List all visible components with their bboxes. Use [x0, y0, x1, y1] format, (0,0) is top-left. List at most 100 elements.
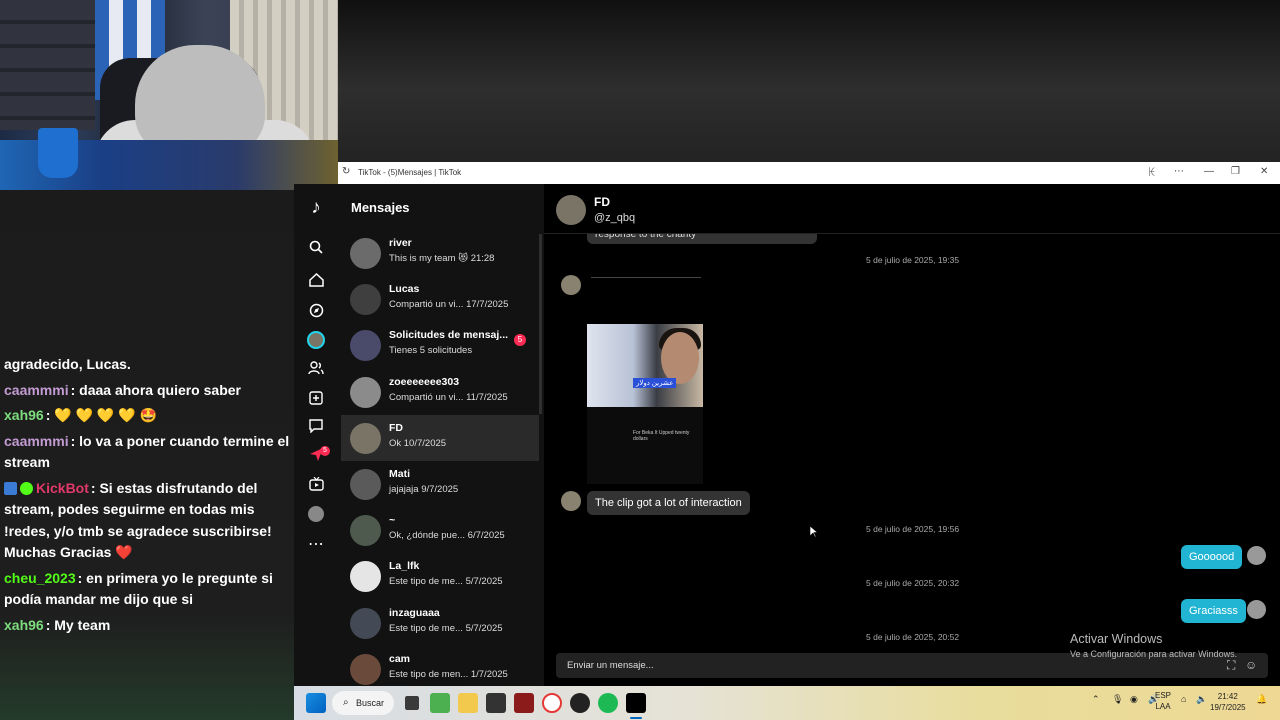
conversation-name: FD	[389, 421, 403, 434]
conversation-preview: Ok 10/7/2025	[389, 437, 447, 449]
list-scrollbar[interactable]	[539, 234, 542, 414]
conversation-item[interactable]: cam Este tipo de men... 1/7/2025	[341, 646, 539, 692]
conversation-name: Mati	[389, 468, 410, 480]
obs-icon[interactable]	[570, 693, 590, 713]
my-avatar	[1247, 546, 1266, 565]
timestamp: 5 de julio de 2025, 20:52	[866, 632, 960, 642]
opera-icon[interactable]	[542, 693, 562, 713]
timestamp: 5 de julio de 2025, 19:56	[866, 524, 960, 534]
conversation-preview: jajajaja 9/7/2025	[389, 484, 459, 495]
live-avatar-icon[interactable]	[306, 330, 326, 350]
chat-pane: response to the charity FD @z_qbq 5 de j…	[544, 184, 1280, 686]
conversation-item[interactable]: FD Ok 10/7/2025	[341, 414, 539, 461]
tray-chevron-icon[interactable]: ⌃	[1092, 694, 1100, 705]
home-icon[interactable]	[306, 270, 326, 290]
stream-chat-message: KickBot: Si estas disfrutando del stream…	[4, 478, 290, 564]
network-icon[interactable]: ⌂	[1181, 694, 1186, 704]
stream-chat-message: cheu_2023: en primera yo le pregunte si …	[4, 568, 290, 611]
desktop-background	[338, 0, 1280, 162]
conversation-preview: This is my team 😻 21:28	[389, 253, 495, 264]
conversation-avatar	[350, 376, 381, 408]
conversation-name: Lucas	[389, 283, 420, 296]
conversation-avatar	[350, 653, 381, 685]
emoji-icon[interactable]: ☺	[1245, 658, 1257, 672]
notes-icon[interactable]	[486, 693, 506, 713]
conversation-avatar	[350, 469, 381, 500]
conversation-item[interactable]: ~ Ok, ¿dónde pue... 6/7/2025	[341, 507, 539, 553]
conversation-item[interactable]: La_lfk Este tipo de me... 5/7/2025	[341, 553, 539, 599]
chat-header: FD @z_qbq	[544, 184, 1280, 234]
search-icon: ⌕	[343, 697, 349, 708]
file-explorer-icon[interactable]	[458, 693, 478, 713]
streamer-head	[135, 45, 265, 155]
tiktok-taskbar-icon[interactable]	[626, 693, 646, 713]
stream-chat-lines: agradecido, Lucas. caammmi: daaa ahora qu…	[4, 354, 290, 640]
live-icon[interactable]	[306, 474, 326, 494]
maximize-icon[interactable]: ❐	[1231, 166, 1240, 177]
clock-time: 21:42	[1217, 692, 1238, 701]
conversation-name: Solicitudes de mensaj...	[389, 329, 509, 342]
task-view-icon[interactable]	[405, 696, 419, 710]
spotify-icon[interactable]	[598, 693, 618, 713]
language-bottom: LAA	[1155, 702, 1171, 711]
conversation-item[interactable]: Lucas Compartió un vi... 17/7/2025	[341, 276, 539, 322]
activate-title: Activar Windows	[1070, 632, 1163, 646]
stream-chat-text: : 💛 💛 💛 💛 🤩	[45, 407, 157, 423]
conversation-item[interactable]: Mati jajajaja 9/7/2025	[341, 461, 539, 507]
voicemeeter-icon[interactable]	[514, 693, 534, 713]
messages-icon[interactable]	[306, 416, 326, 436]
close-icon[interactable]: ✕	[1260, 166, 1268, 177]
minecraft-icon[interactable]	[430, 693, 450, 713]
sender-avatar	[561, 491, 581, 511]
windows-taskbar: ⌕ Buscar ⌃ 🎙 ◉ 🔊 ESP LAA ⌂ 🔈 21:42 19/7/…	[294, 686, 1280, 720]
sound-icon[interactable]: 🔈	[1196, 694, 1207, 705]
extension-icon[interactable]: ꀘ	[1148, 166, 1156, 179]
upload-icon[interactable]	[306, 388, 326, 408]
tray-app-icon[interactable]: ◉	[1130, 694, 1138, 705]
clip-label: عشرين دولار	[633, 378, 677, 388]
stream-chat-user[interactable]: caammmi	[4, 382, 69, 398]
conversation-preview: Compartió un vi... 17/7/2025	[389, 299, 509, 311]
stream-chat-user[interactable]: KickBot	[36, 480, 89, 496]
stream-chat-user[interactable]: xah96	[4, 407, 44, 423]
conversation-item[interactable]: Solicitudes de mensaj... Tienes 5 solicit…	[341, 322, 539, 368]
explore-icon[interactable]	[306, 300, 326, 320]
shared-video-clip[interactable]: عشرين دولار For Beka It Upped twenty dol…	[587, 324, 703, 484]
search-icon[interactable]	[306, 237, 326, 257]
profile-avatar-icon[interactable]	[306, 504, 326, 524]
conversation-item[interactable]: zoeeeeeee303 Compartió un vi... 11/7/2025	[341, 369, 539, 415]
stream-chat-text: agradecido, Lucas.	[4, 356, 131, 372]
timestamp: 5 de julio de 2025, 20:32	[866, 578, 960, 588]
conversation-name: ~	[389, 514, 396, 527]
incoming-message: The clip got a lot of interaction	[587, 491, 750, 515]
clip-top-strip	[591, 272, 701, 278]
tiktok-logo-icon[interactable]: ♪	[306, 197, 326, 218]
mouse-cursor-icon	[810, 526, 818, 538]
image-icon[interactable]: ⛶	[1227, 658, 1235, 673]
taskbar-search[interactable]: ⌕ Buscar	[332, 691, 394, 715]
stream-chat-user[interactable]: cheu_2023	[4, 570, 76, 586]
start-icon[interactable]	[306, 693, 326, 713]
more-icon[interactable]: ⋯	[1174, 166, 1184, 177]
contact-name[interactable]: FD	[594, 195, 610, 209]
taskbar-clock[interactable]: 21:42 19/7/2025	[1210, 691, 1246, 713]
request-count-badge: 5	[514, 334, 526, 347]
contact-handle[interactable]: @z_qbq	[594, 212, 635, 224]
stream-chat-user[interactable]: caammmi	[4, 433, 69, 449]
microphone-icon[interactable]: 🎙	[1112, 694, 1123, 705]
conversation-preview: Este tipo de men... 1/7/2025	[389, 668, 508, 680]
notification-icon[interactable]: 🔔	[1256, 694, 1267, 705]
refresh-icon[interactable]: ↻	[342, 166, 350, 177]
conversation-item[interactable]: river This is my team 😻 21:28	[341, 230, 539, 276]
conversation-avatar	[350, 238, 381, 269]
friends-icon[interactable]	[306, 358, 326, 378]
stream-chat-user[interactable]: xah96	[4, 617, 44, 633]
activate-windows-watermark: Activar Windows Ve a Configuración para …	[1070, 632, 1237, 659]
more-options-icon[interactable]: ⋯	[306, 534, 326, 554]
minimize-icon[interactable]: —	[1204, 166, 1214, 177]
conversation-avatar	[350, 284, 381, 316]
language-indicator[interactable]: ESP LAA	[1155, 690, 1171, 712]
stream-chat-message: xah96: My team	[4, 615, 290, 637]
contact-avatar[interactable]	[556, 195, 586, 225]
conversation-item[interactable]: inzaguaaa Este tipo de me... 5/7/2025	[341, 600, 539, 646]
